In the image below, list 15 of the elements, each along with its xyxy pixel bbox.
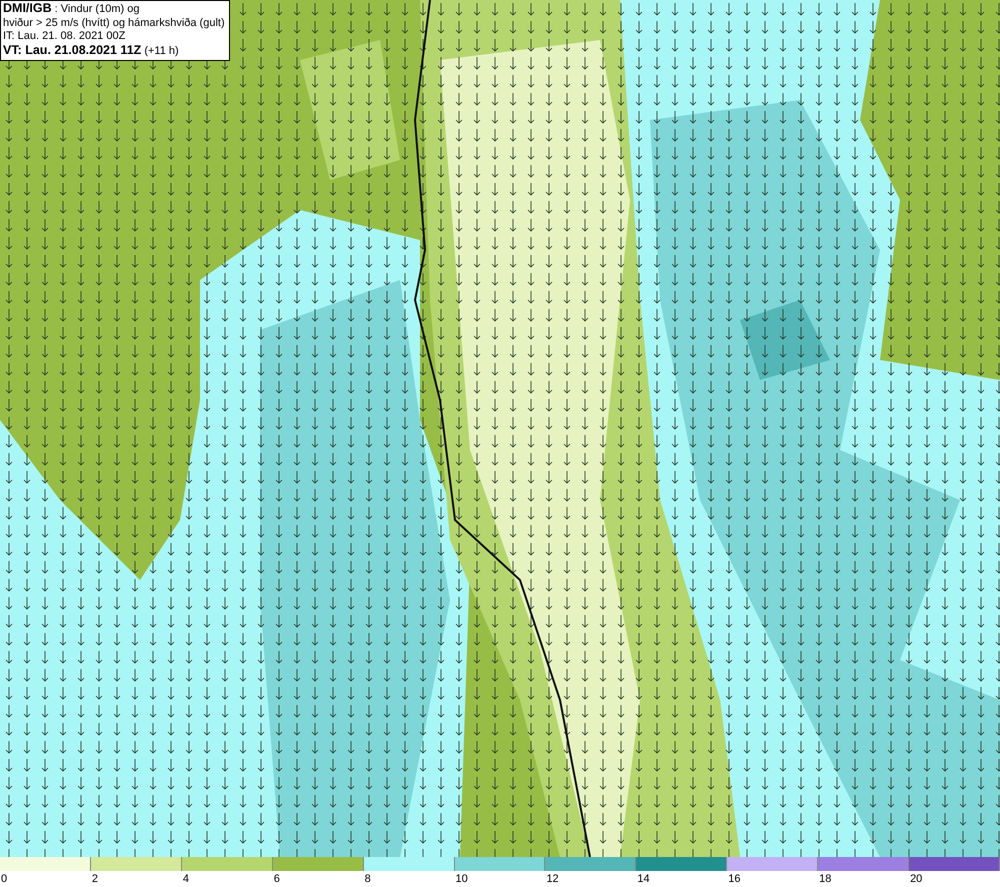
scale-label: 14: [636, 872, 650, 887]
legend-text: VT: Lau. 21.08.2021 11Z (+11 h): [3, 44, 180, 58]
scale-label: 12: [545, 872, 559, 887]
scale-label: 4: [182, 872, 189, 887]
scale-label: 20: [909, 872, 922, 887]
scale-label: 10: [454, 872, 468, 887]
legend-text: hviður > 25 m/s (hvítt) og hámarkshviða (gult): [3, 16, 225, 30]
scale-label: 6: [272, 872, 280, 887]
scale-label: 18: [818, 872, 832, 887]
legend-text: DMI/IGB : Vindur (10m) og: [3, 2, 140, 16]
scale-label: 16: [727, 872, 740, 887]
scale-label: 2: [90, 872, 98, 887]
scale-label: 8: [364, 872, 371, 887]
scale-label: 0: [0, 872, 8, 887]
legend-text: IT: Lau. 21. 08. 2021 00Z: [3, 30, 126, 44]
